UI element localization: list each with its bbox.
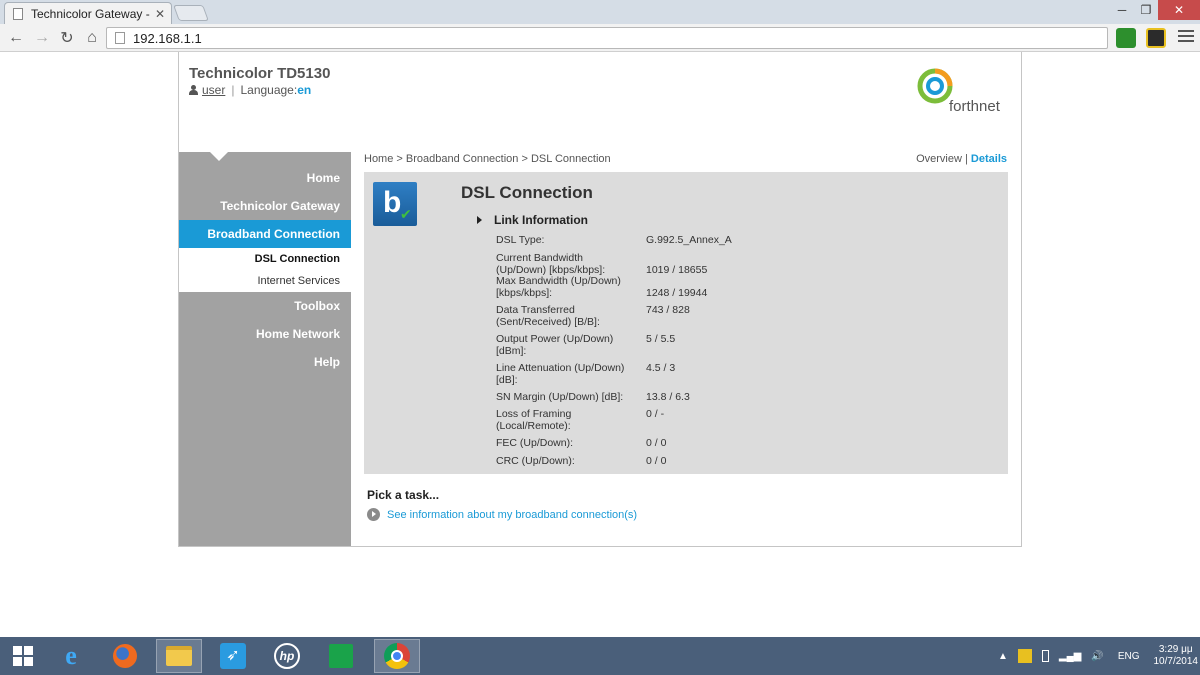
user-link[interactable]: user	[202, 83, 225, 97]
pick-a-task-heading: Pick a task...	[367, 488, 440, 502]
router-page: Technicolor TD5130 user | Language: en f…	[178, 52, 1022, 547]
row-value: 0 / -	[646, 408, 665, 420]
view-switch: Overview | Details	[916, 153, 1007, 165]
separator: |	[231, 83, 235, 97]
menu-icon[interactable]	[1178, 30, 1194, 46]
row-value: 4.5 / 3	[646, 362, 676, 374]
sidebar: Home Technicolor Gateway Broadband Conne…	[179, 151, 351, 546]
user-icon	[189, 85, 198, 95]
sidebar-item-help[interactable]: Help	[179, 348, 351, 376]
row-label: Loss of Framing (Local/Remote):	[496, 408, 572, 432]
chrome-icon[interactable]	[374, 639, 420, 673]
network-signal-icon[interactable]: ▂▄▆	[1059, 651, 1081, 662]
firefox-icon[interactable]	[102, 639, 148, 673]
hp-icon[interactable]: hp	[264, 639, 310, 673]
view-separator: |	[965, 153, 968, 165]
file-explorer-icon[interactable]	[156, 639, 202, 673]
overview-link[interactable]: Overview	[916, 153, 962, 165]
row-label: Output Power (Up/Down) [dBm]:	[496, 333, 614, 357]
row-value: 1019 / 18655	[646, 264, 708, 276]
sidebar-item-home[interactable]: Home	[179, 164, 351, 192]
row-label: Current Bandwidth (Up/Down) [kbps/kbps]:	[496, 252, 606, 276]
row-label: CRC (Up/Down):	[496, 455, 575, 467]
forward-icon[interactable]: →	[32, 28, 52, 48]
row-value: G.992.5_Annex_A	[646, 234, 732, 246]
rocket-app-icon[interactable]: ➶	[210, 639, 256, 673]
input-language-indicator[interactable]: ENG	[1118, 651, 1140, 662]
browser-tab[interactable]: Technicolor Gateway - DS ✕	[4, 2, 172, 24]
sidebar-subitem-dsl-connection[interactable]: DSL Connection	[179, 248, 351, 270]
reload-icon[interactable]: ↻	[57, 28, 77, 48]
battery-icon[interactable]	[1041, 650, 1049, 662]
forthnet-logo-icon	[917, 68, 953, 104]
broadband-info-link[interactable]: See information about my broadband conne…	[367, 508, 637, 521]
home-icon[interactable]: ⌂	[82, 28, 102, 48]
row-value: 743 / 828	[646, 304, 690, 316]
browser-toolbar: ← → ↻ ⌂ 192.168.1.1	[0, 24, 1200, 52]
row-label: SN Margin (Up/Down) [dB]:	[496, 391, 624, 403]
device-title: Technicolor TD5130	[189, 65, 331, 82]
windows-start-icon[interactable]	[0, 639, 46, 673]
new-tab-button[interactable]	[173, 5, 209, 21]
row-label: FEC (Up/Down):	[496, 437, 574, 449]
tab-close-icon[interactable]: ✕	[153, 7, 167, 21]
details-link[interactable]: Details	[971, 153, 1007, 165]
language-label: Language:	[240, 83, 298, 97]
forthnet-logo: forthnet	[917, 68, 1017, 118]
extension-check-icon[interactable]	[1146, 28, 1166, 48]
section-title: Link Information	[494, 213, 588, 227]
sidebar-notch	[209, 151, 229, 161]
sidebar-item-home-network[interactable]: Home Network	[179, 320, 351, 348]
dsl-connection-card: b ✔ DSL Connection Link Information DSL T…	[364, 172, 1008, 474]
clock-time: 3:29 μμ	[1158, 644, 1193, 655]
broadband-icon: b ✔	[373, 182, 417, 226]
row-label: DSL Type:	[496, 234, 545, 246]
window-close-button[interactable]: ✕	[1158, 0, 1200, 20]
address-bar[interactable]: 192.168.1.1	[106, 27, 1108, 49]
row-value: 0 / 0	[646, 455, 667, 467]
url-text: 192.168.1.1	[133, 30, 202, 46]
page-icon	[115, 32, 125, 44]
browser-tab-bar: Technicolor Gateway - DS ✕ ─ ❐ ✕	[0, 0, 1200, 24]
page-icon	[13, 7, 23, 20]
row-value: 5 / 5.5	[646, 333, 676, 345]
row-value: 0 / 0	[646, 437, 667, 449]
sidebar-item-toolbox[interactable]: Toolbox	[179, 292, 351, 320]
tab-title: Technicolor Gateway - DS	[31, 6, 153, 21]
user-language-bar: user | Language: en	[189, 83, 311, 97]
row-label: Line Attenuation (Up/Down) [dB]:	[496, 362, 625, 386]
volume-icon[interactable]: 🔊	[1091, 651, 1103, 662]
system-tray: ▲ ▂▄▆ 🔊 ENG 3:29 μμ 10/7/2014	[998, 637, 1198, 675]
task-link-text: See information about my broadband conne…	[387, 508, 638, 521]
arrow-circle-icon	[367, 508, 380, 521]
row-label: Max Bandwidth (Up/Down) [kbps/kbps]:	[496, 275, 621, 299]
expand-triangle-icon	[477, 216, 482, 224]
logo-text: forthnet	[949, 98, 1000, 115]
internet-explorer-icon[interactable]: e	[48, 639, 94, 673]
link-information-header[interactable]: Link Information	[477, 213, 588, 227]
language-link[interactable]: en	[297, 83, 311, 97]
row-label: Data Transferred (Sent/Received) [B/B]:	[496, 304, 600, 328]
show-hidden-icons-icon[interactable]: ▲	[998, 651, 1008, 662]
sidebar-item-technicolor-gateway[interactable]: Technicolor Gateway	[179, 192, 351, 220]
row-value: 13.8 / 6.3	[646, 391, 690, 403]
security-shield-icon[interactable]	[1017, 649, 1032, 663]
maximize-button[interactable]: ❐	[1134, 0, 1158, 20]
windows-taskbar: e ➶ hp ▲ ▂▄▆ 🔊 ENG 3:29 μμ 10/7/2014	[0, 637, 1200, 675]
system-clock[interactable]: 3:29 μμ 10/7/2014	[1154, 644, 1199, 668]
back-icon[interactable]: ←	[6, 28, 26, 48]
sidebar-item-broadband-connection[interactable]: Broadband Connection	[179, 220, 351, 248]
windows-store-icon[interactable]	[318, 639, 364, 673]
row-value: 1248 / 19944	[646, 287, 708, 299]
breadcrumb: Home > Broadband Connection > DSL Connec…	[364, 153, 611, 165]
card-title: DSL Connection	[461, 183, 593, 202]
minimize-button[interactable]: ─	[1110, 0, 1134, 20]
clock-date: 10/7/2014	[1153, 656, 1199, 667]
extension-chat-icon[interactable]	[1116, 28, 1136, 48]
sidebar-subitem-internet-services[interactable]: Internet Services	[179, 270, 351, 292]
